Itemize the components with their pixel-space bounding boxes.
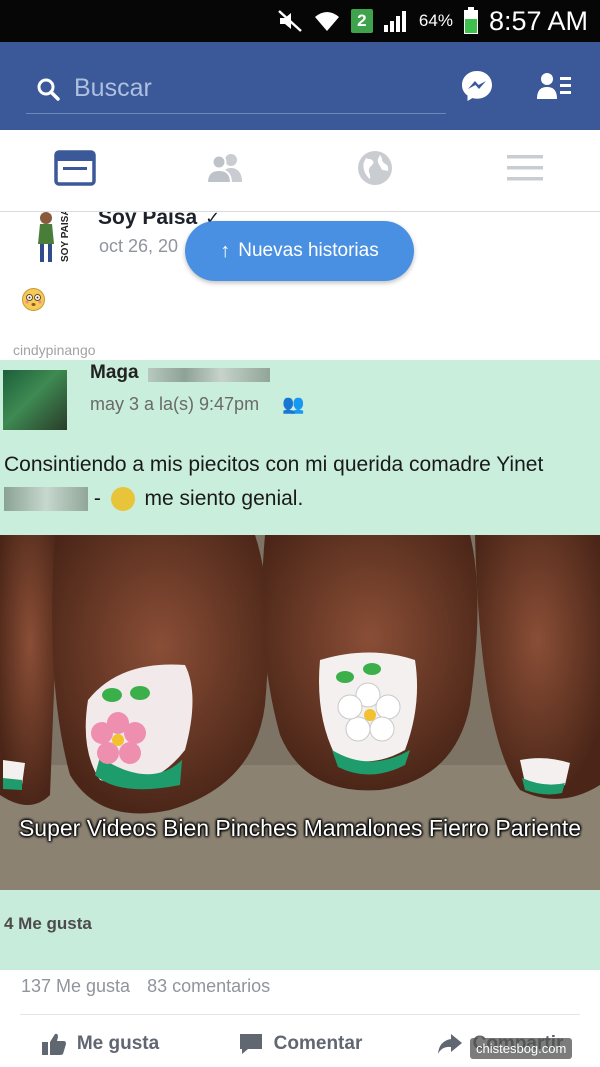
news-feed: SOY PAISA Soy Paisa ✓ oct 26, 20 ↑ Nueva… <box>0 212 600 1067</box>
caption-line-1: Consintiendo a mis piecitos con mi queri… <box>4 453 544 476</box>
shared-author-avatar <box>3 370 67 430</box>
shared-post-date: may 3 a la(s) 9:47pm 👥 <box>90 394 305 414</box>
tab-news-feed[interactable] <box>0 130 150 211</box>
search-input[interactable] <box>74 74 434 103</box>
tab-friends[interactable] <box>150 130 300 211</box>
tab-notifications[interactable] <box>300 130 450 211</box>
app-bar <box>0 42 600 130</box>
blurred-name <box>148 368 270 382</box>
likes-count[interactable]: 137 Me gusta <box>21 976 130 996</box>
friend-requests-icon[interactable] <box>534 66 574 106</box>
new-stories-label: Nuevas historias <box>238 240 379 261</box>
sunglasses-emoji-icon <box>110 487 135 512</box>
tab-menu[interactable] <box>450 130 600 211</box>
new-stories-button[interactable]: ↑ Nuevas historias <box>185 221 414 281</box>
comment-button[interactable]: Comentar <box>200 1020 400 1067</box>
site-watermark: chistesbog.com <box>470 1038 573 1059</box>
page-avatar-text: SOY PAISA <box>60 212 71 262</box>
signal-icon <box>383 9 409 33</box>
wifi-icon <box>313 9 341 33</box>
shared-post-header: Maga may 3 a la(s) 9:47pm 👥 Consintiendo… <box>0 360 600 535</box>
search-icon[interactable] <box>36 77 60 101</box>
flushed-emoji-icon <box>21 287 46 312</box>
toenail-photo: Super Videos Bien Pinches Mamalones Fier… <box>0 535 600 890</box>
divider <box>20 1014 580 1015</box>
post-date[interactable]: oct 26, 20 <box>99 236 178 257</box>
mute-icon <box>277 9 303 33</box>
tab-bar <box>0 130 600 212</box>
news-feed-icon <box>54 150 96 191</box>
blurred-surname <box>4 487 88 512</box>
search-bar[interactable] <box>26 64 446 114</box>
arrow-up-icon: ↑ <box>220 239 231 262</box>
caption-line-2: - me siento genial. <box>4 482 596 516</box>
like-label: Me gusta <box>76 1032 160 1054</box>
page-avatar[interactable]: SOY PAISA <box>30 212 78 266</box>
battery-icon <box>463 7 479 35</box>
globe-icon <box>356 149 394 192</box>
comments-count[interactable]: 83 comentarios <box>147 976 270 996</box>
clock: 8:57 AM <box>488 5 588 36</box>
photo-overlay-text: Super Videos Bien Pinches Mamalones Fier… <box>18 815 582 841</box>
friends-icon <box>204 152 246 189</box>
image-watermark: cindypinango <box>13 342 96 358</box>
share-icon <box>437 1033 462 1054</box>
post-stats: 137 Me gusta 83 comentarios <box>21 976 270 997</box>
sim-icon: 2 <box>350 9 373 33</box>
battery-percent: 64% <box>418 11 453 30</box>
comment-icon <box>239 1033 262 1054</box>
like-button[interactable]: Me gusta <box>0 1020 200 1067</box>
shared-likes: 4 Me gusta <box>4 914 92 933</box>
phone-screen: 2 64% 8:57 AM Buscar SOY PAISA Soy Paisa… <box>0 0 600 1067</box>
comment-label: Comentar <box>273 1032 363 1054</box>
messenger-icon[interactable] <box>457 66 497 106</box>
shared-author-name: Maga <box>90 362 139 383</box>
shared-post-footer: 4 Me gusta <box>0 890 600 970</box>
shared-caption: Consintiendo a mis piecitos con mi queri… <box>4 448 596 516</box>
status-bar: 2 64% 8:57 AM <box>0 0 600 42</box>
post-image[interactable]: Maga may 3 a la(s) 9:47pm 👥 Consintiendo… <box>0 360 600 970</box>
menu-icon <box>506 153 544 188</box>
thumbs-up-icon <box>41 1033 66 1055</box>
post-header: SOY PAISA Soy Paisa ✓ oct 26, 20 ↑ Nueva… <box>0 212 600 358</box>
friends-audience-icon: 👥 <box>282 394 305 414</box>
